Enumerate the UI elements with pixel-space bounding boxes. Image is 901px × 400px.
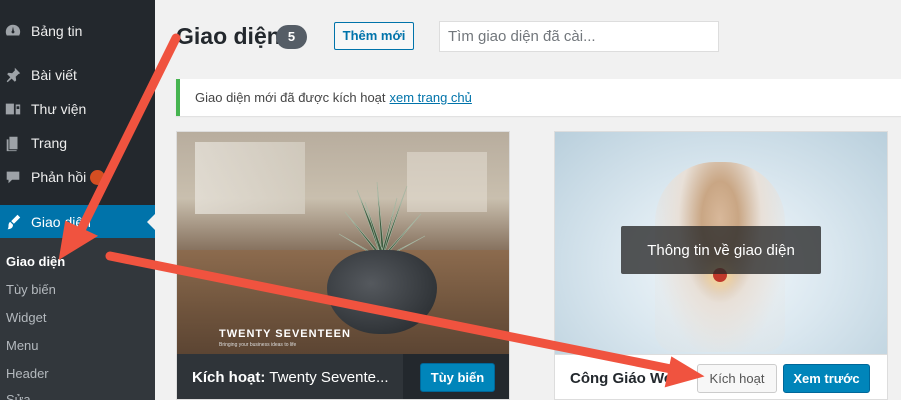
menu-label: Bài viết: [31, 67, 77, 83]
theme-screenshot[interactable]: TWENTY SEVENTEEN Bringing your business …: [177, 132, 509, 354]
menu-label: Thư viện: [31, 101, 87, 117]
theme-brand-title: TWENTY SEVENTEEN: [219, 328, 351, 340]
menu-label: Bảng tin: [31, 23, 83, 39]
add-new-theme-button[interactable]: Thêm mới: [334, 22, 414, 50]
submenu-item-customize[interactable]: Tùy biến: [6, 282, 56, 297]
active-theme-name: Kích hoạt: Twenty Sevente...: [192, 369, 388, 386]
pin-icon: [3, 66, 23, 84]
theme-name: Công Giáo Wor: [570, 370, 679, 387]
submenu-item-menus[interactable]: Menu: [6, 338, 39, 353]
theme-card[interactable]: Thông tin về giao diện Công Giáo Wor Kíc…: [554, 131, 888, 400]
customize-button[interactable]: Tùy biến: [420, 363, 495, 392]
admin-sidebar: Bảng tin Bài viết Thư viện Trang Phản hồ…: [0, 0, 155, 400]
current-indicator: [147, 214, 155, 230]
comment-icon: [3, 168, 23, 186]
activate-button[interactable]: Kích hoạt: [697, 364, 777, 393]
submenu-item-themes[interactable]: Giao diện: [6, 254, 65, 269]
screenshot-window: [195, 142, 305, 214]
menu-item-media[interactable]: Thư viện: [0, 92, 155, 126]
appearance-submenu: Giao diện Tùy biến Widget Menu Header Sử…: [0, 238, 155, 400]
brush-icon: [3, 213, 23, 231]
menu-label: Phản hồi: [31, 169, 87, 185]
menu-item-pages[interactable]: Trang: [0, 126, 155, 160]
success-notice: Giao diện mới đã được kích hoạt xem tran…: [176, 79, 901, 116]
theme-card-active[interactable]: TWENTY SEVENTEEN Bringing your business …: [176, 131, 510, 400]
menu-item-appearance[interactable]: Giao diện: [0, 205, 155, 239]
theme-name: Twenty Sevente...: [269, 369, 389, 386]
dashboard-icon: [3, 22, 23, 40]
page-title: Giao diện: [176, 23, 281, 49]
theme-footer-active: Kích hoạt: Twenty Sevente... Tùy biến: [177, 354, 509, 399]
menu-label: Trang: [31, 135, 68, 151]
view-site-link[interactable]: xem trang chủ: [390, 90, 472, 105]
submenu-item-widgets[interactable]: Widget: [6, 310, 46, 325]
menu-item-posts[interactable]: Bài viết: [0, 58, 155, 92]
menu-item-dashboard[interactable]: Bảng tin: [0, 14, 155, 48]
comment-count-badge: [90, 169, 106, 185]
theme-brand-tagline: Bringing your business ideas to life: [219, 342, 297, 348]
submenu-item-editor[interactable]: Sửa: [6, 392, 31, 400]
media-icon: [3, 100, 23, 118]
theme-screenshot[interactable]: Thông tin về giao diện: [555, 132, 887, 354]
active-label: Kích hoạt:: [192, 369, 266, 386]
menu-item-comments[interactable]: Phản hồi: [0, 160, 155, 194]
theme-details-overlay[interactable]: Thông tin về giao diện: [621, 226, 821, 274]
theme-footer: Công Giáo Wor Kích hoạt Xem trước: [555, 354, 887, 399]
search-themes-input[interactable]: [439, 21, 719, 52]
succulent-plant: [338, 181, 426, 261]
page-icon: [3, 134, 23, 152]
notice-text: Giao diện mới đã được kích hoạt: [195, 90, 386, 105]
submenu-item-header[interactable]: Header: [6, 366, 49, 381]
theme-count-badge: 5: [276, 25, 307, 49]
menu-label: Giao diện: [31, 214, 91, 230]
plant-pot: [327, 250, 437, 334]
live-preview-button[interactable]: Xem trước: [783, 364, 870, 393]
